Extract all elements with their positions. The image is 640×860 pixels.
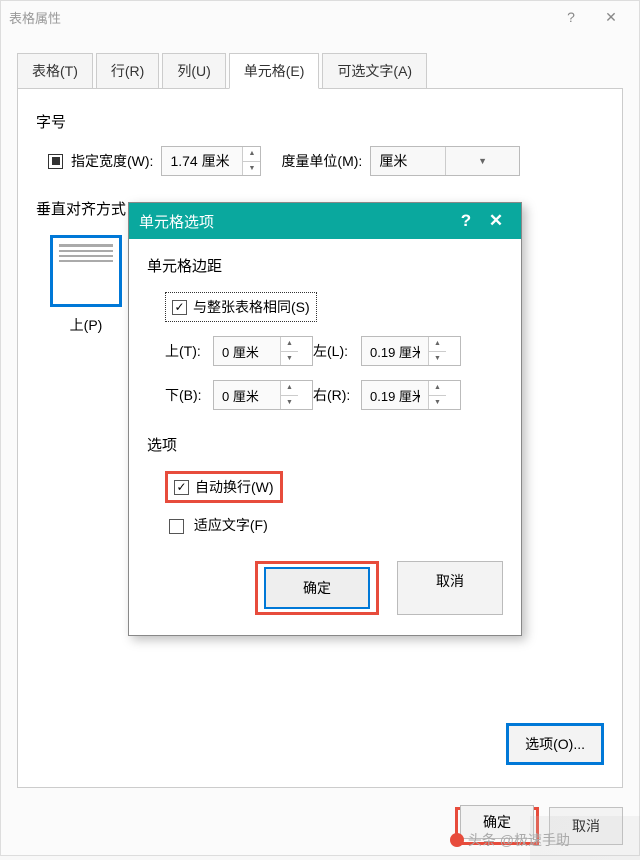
- tabs-container: 表格(T) 行(R) 列(U) 单元格(E) 可选文字(A): [17, 53, 623, 89]
- help-icon[interactable]: ?: [551, 9, 591, 25]
- arrow-down-icon[interactable]: ▼: [281, 396, 298, 410]
- same-as-table-checkbox[interactable]: [172, 300, 187, 315]
- margin-top-label: 上(T):: [165, 341, 213, 361]
- margin-right-spinner[interactable]: ▲▼: [361, 380, 461, 410]
- margin-left-input[interactable]: [362, 337, 428, 365]
- margin-bottom-spinner[interactable]: ▲▼: [213, 380, 313, 410]
- arrow-up-icon[interactable]: ▲: [429, 337, 446, 352]
- margin-top-input[interactable]: [214, 337, 280, 365]
- arrow-down-icon[interactable]: ▼: [429, 352, 446, 366]
- arrow-down-icon[interactable]: ▼: [281, 352, 298, 366]
- sub-buttons: 确定 取消: [147, 561, 503, 615]
- arrow-down-icon[interactable]: ▼: [243, 162, 260, 176]
- arrow-up-icon[interactable]: ▲: [243, 147, 260, 162]
- sub-ok-button[interactable]: 确定: [264, 567, 370, 609]
- sub-help-icon[interactable]: ?: [451, 211, 481, 231]
- cell-options-button[interactable]: 选项(O)...: [506, 723, 604, 765]
- margin-bottom-label: 下(B):: [165, 385, 213, 405]
- width-spinner[interactable]: ▲▼: [161, 146, 261, 176]
- width-input[interactable]: [162, 147, 242, 175]
- arrow-up-icon[interactable]: ▲: [429, 381, 446, 396]
- tab-table[interactable]: 表格(T): [17, 53, 93, 89]
- watermark: 头条 @极速手助: [450, 830, 570, 850]
- margins-section-title: 单元格边距: [147, 255, 503, 276]
- valign-top-preview: [50, 235, 122, 307]
- width-row: 指定宽度(W): ▲▼ 度量单位(M): 厘米 ▼: [48, 146, 604, 176]
- size-section-title: 字号: [36, 111, 604, 132]
- measure-label: 度量单位(M):: [281, 151, 362, 171]
- wrap-text-checkbox[interactable]: [174, 480, 189, 495]
- margin-top-spinner[interactable]: ▲▼: [213, 336, 313, 366]
- margin-left-spinner[interactable]: ▲▼: [361, 336, 461, 366]
- cell-options-dialog: 单元格选项 ? ✕ 单元格边距 与整张表格相同(S) 上(T): ▲▼ 左(L)…: [128, 202, 522, 636]
- valign-top-option[interactable]: 上(P): [50, 235, 122, 335]
- measure-value: 厘米: [371, 147, 445, 175]
- main-dialog-title: 表格属性: [9, 8, 551, 27]
- same-as-table-label: 与整张表格相同(S): [193, 297, 310, 317]
- measure-combo[interactable]: 厘米 ▼: [370, 146, 520, 176]
- margin-bottom-input[interactable]: [214, 381, 280, 409]
- fit-text-label: 适应文字(F): [194, 517, 268, 533]
- margin-right-label: 右(R):: [313, 385, 361, 405]
- arrow-up-icon[interactable]: ▲: [281, 337, 298, 352]
- width-arrows[interactable]: ▲▼: [242, 147, 260, 175]
- margin-grid: 上(T): ▲▼ 左(L): ▲▼ 下(B): ▲▼ 右(R): ▲▼: [165, 336, 503, 410]
- margin-right-input[interactable]: [362, 381, 428, 409]
- margin-left-label: 左(L):: [313, 341, 361, 361]
- options-section-title: 选项: [147, 434, 503, 455]
- chevron-down-icon[interactable]: ▼: [445, 147, 520, 175]
- sub-dialog-title: 单元格选项: [139, 211, 451, 232]
- width-checkbox[interactable]: [48, 154, 63, 169]
- close-icon[interactable]: ✕: [591, 9, 631, 26]
- same-as-table-box: 与整张表格相同(S): [165, 292, 317, 322]
- sub-close-icon[interactable]: ✕: [481, 211, 511, 231]
- watermark-icon: [450, 833, 464, 847]
- main-title-bar: 表格属性 ? ✕: [1, 1, 639, 33]
- sub-cancel-button[interactable]: 取消: [397, 561, 503, 615]
- sub-title-bar: 单元格选项 ? ✕: [129, 203, 521, 239]
- tab-column[interactable]: 列(U): [162, 53, 225, 89]
- arrow-down-icon[interactable]: ▼: [429, 396, 446, 410]
- sub-ok-highlight: 确定: [255, 561, 379, 615]
- width-label: 指定宽度(W):: [71, 151, 153, 171]
- sub-body: 单元格边距 与整张表格相同(S) 上(T): ▲▼ 左(L): ▲▼ 下(B):…: [129, 239, 521, 635]
- wrap-highlight: 自动换行(W): [165, 471, 283, 503]
- wrap-text-label: 自动换行(W): [195, 477, 274, 497]
- valign-top-label: 上(P): [50, 315, 122, 335]
- tab-cell[interactable]: 单元格(E): [229, 53, 320, 89]
- tab-row[interactable]: 行(R): [96, 53, 159, 89]
- arrow-up-icon[interactable]: ▲: [281, 381, 298, 396]
- fit-text-checkbox[interactable]: [169, 519, 184, 534]
- watermark-text: 头条 @极速手助: [468, 830, 570, 850]
- tab-alt-text[interactable]: 可选文字(A): [322, 53, 427, 89]
